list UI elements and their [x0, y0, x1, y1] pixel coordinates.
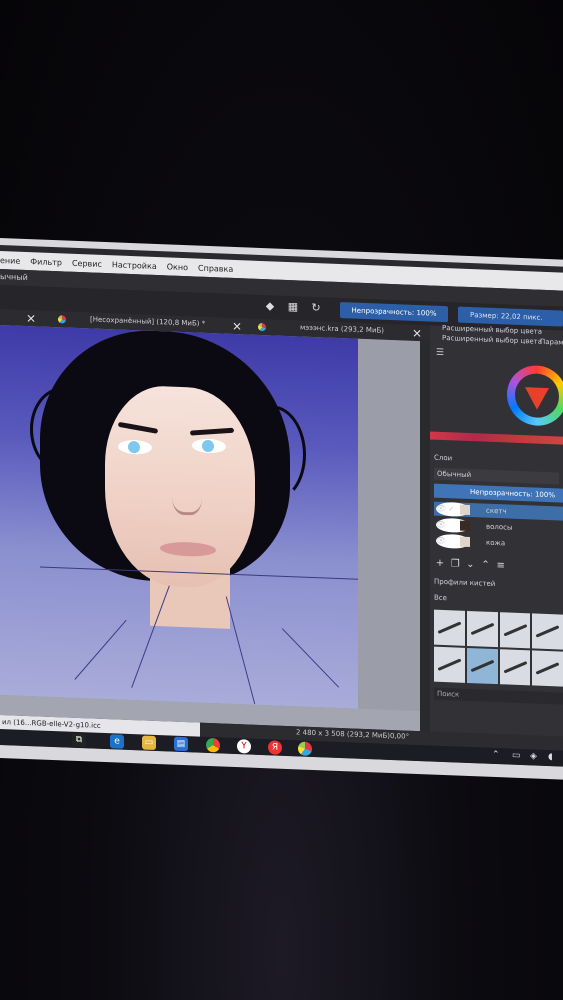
- layer-name[interactable]: скетч: [486, 504, 507, 519]
- menu-item-window[interactable]: Окно: [167, 262, 188, 272]
- layer-thumbnail: [460, 504, 470, 516]
- plus-icon[interactable]: +: [434, 558, 446, 569]
- krita-icon: [58, 315, 66, 324]
- store-icon[interactable]: ▤: [174, 736, 188, 752]
- menu-item-edit[interactable]: ение: [0, 256, 20, 266]
- brush-preset[interactable]: [434, 609, 465, 646]
- params-tab[interactable]: Параметр: [540, 338, 563, 347]
- checker-icon[interactable]: ▦: [286, 300, 300, 315]
- menu-item-settings[interactable]: Настройка: [112, 260, 157, 271]
- brush-preset[interactable]: [532, 613, 563, 650]
- sketch-line: [74, 619, 127, 680]
- portrait-iris: [202, 439, 214, 453]
- brush-preset[interactable]: [466, 610, 498, 648]
- brush-filter[interactable]: Все: [434, 594, 563, 611]
- eraser-icon[interactable]: ◆: [263, 299, 277, 314]
- brush-preset[interactable]: [499, 612, 531, 649]
- explorer-icon[interactable]: ▭: [142, 735, 156, 750]
- layer-row[interactable]: 👁 кожа: [434, 533, 563, 553]
- brush-size-slider[interactable]: Размер: 22,02 пикс.: [458, 306, 563, 327]
- menu-item-filter[interactable]: Фильтр: [30, 257, 62, 267]
- brush-search-input[interactable]: Поиск: [434, 687, 563, 705]
- yandex-browser-icon[interactable]: Я: [268, 740, 282, 755]
- brush-preset[interactable]: [499, 649, 531, 686]
- sketch-line: [281, 628, 340, 688]
- brush-preset[interactable]: [434, 646, 465, 683]
- menu-item-tools[interactable]: Сервис: [72, 258, 102, 268]
- opacity-slider[interactable]: Непрозрачность: 100%: [340, 302, 448, 323]
- color-wheel-inner: [515, 372, 559, 419]
- tab-unsaved[interactable]: [Несохранённый] (120,8 МиБ) *: [90, 315, 205, 327]
- menu-icon[interactable]: ≡: [495, 560, 507, 571]
- volume-icon[interactable]: ◖: [548, 752, 553, 762]
- chevron-down-icon[interactable]: ⌄: [464, 559, 476, 570]
- layer-name[interactable]: волосы: [486, 520, 513, 535]
- copy-icon[interactable]: ❐: [449, 558, 461, 569]
- chevron-up-icon[interactable]: ⌃: [480, 559, 492, 570]
- settings-icon[interactable]: ☰: [436, 348, 444, 358]
- brush-preset-selected[interactable]: [466, 647, 498, 685]
- drawing-canvas[interactable]: [0, 325, 420, 732]
- check-icon[interactable]: ✓: [448, 502, 455, 516]
- artboard[interactable]: [0, 325, 358, 710]
- battery-icon[interactable]: ▭: [512, 751, 521, 761]
- portrait-nose: [172, 471, 202, 516]
- image-size-status: 2 480 x 3 508 (293,2 МиБ): [296, 728, 391, 740]
- brush-presets-title: Профили кистей: [434, 577, 496, 589]
- brush-preset-grid: [434, 609, 563, 687]
- layer-name[interactable]: кожа: [486, 536, 505, 551]
- sketch-line: [131, 585, 170, 688]
- yandex-icon[interactable]: Y: [237, 739, 251, 754]
- chevron-up-icon[interactable]: ⌃: [492, 750, 500, 760]
- canvas-margin: [358, 338, 420, 732]
- color-selector-title: Расширенный выбор цвета: [442, 333, 543, 346]
- brush-preset[interactable]: [532, 650, 563, 687]
- layer-toolbar: + ❐ ⌄ ⌃ ≡: [434, 558, 563, 577]
- menu-item-help[interactable]: Справка: [198, 263, 233, 273]
- krita-icon[interactable]: [298, 741, 312, 756]
- monitor-screen: ение Фильтр Сервис Настройка Окно Справк…: [0, 245, 563, 767]
- color-wheel[interactable]: [507, 364, 563, 427]
- right-docker: Расширенный выбор цвета Параметр Расшире…: [430, 324, 563, 737]
- color-triangle[interactable]: [525, 387, 549, 411]
- layer-thumbnail: [460, 520, 470, 532]
- close-icon[interactable]: ×: [412, 326, 422, 340]
- task-view-icon[interactable]: ⧉: [72, 732, 86, 748]
- layer-thumbnail: [460, 536, 470, 548]
- rotation-status[interactable]: 0,00°: [390, 732, 409, 741]
- chrome-icon[interactable]: [206, 737, 220, 753]
- krita-icon: [258, 322, 266, 332]
- sketch-line: [225, 596, 256, 705]
- edge-icon[interactable]: e: [110, 734, 124, 749]
- portrait-iris: [128, 440, 140, 454]
- tab-saved-file[interactable]: мэээнс.kra (293,2 МиБ): [300, 324, 384, 335]
- layer-blend-mode[interactable]: Обычный: [434, 467, 559, 485]
- layer-opacity-slider[interactable]: Непрозрачность: 100%: [434, 483, 563, 503]
- reload-icon[interactable]: ↻: [309, 301, 323, 316]
- close-icon[interactable]: ×: [232, 319, 242, 333]
- close-icon[interactable]: ×: [26, 311, 36, 325]
- color-history-bar[interactable]: [430, 431, 563, 445]
- blend-mode-label[interactable]: ычный: [0, 272, 28, 282]
- portrait-shirt-sketch: [40, 566, 358, 710]
- network-icon[interactable]: ◈: [530, 751, 537, 761]
